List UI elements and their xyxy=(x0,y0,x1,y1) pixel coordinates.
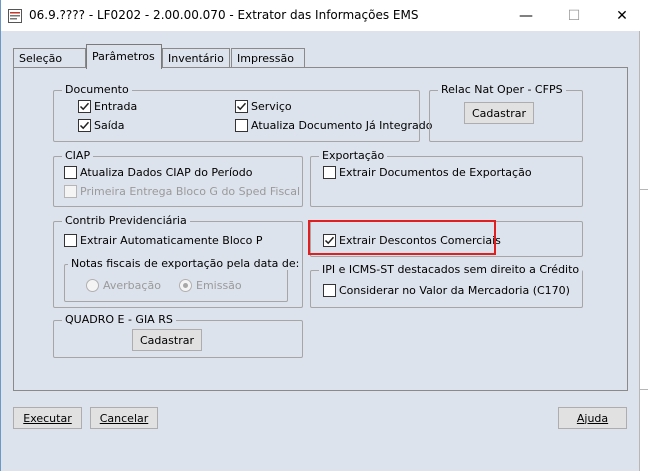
extrair-bloco-p-checkbox[interactable]: Extrair Automaticamente Bloco P xyxy=(64,234,263,247)
checkbox-unchecked-icon xyxy=(323,166,336,179)
servico-checkbox[interactable]: Serviço xyxy=(235,100,292,113)
ciap-title: CIAP xyxy=(62,149,94,162)
checkbox-unchecked-icon xyxy=(323,284,336,297)
title-bar: 06.9.???? - LF0202 - 2.00.00.070 - Extra… xyxy=(1,0,648,31)
checkbox-unchecked-icon xyxy=(64,234,77,247)
checkbox-unchecked-icon xyxy=(235,119,248,132)
maximize-icon: ☐ xyxy=(567,7,581,24)
tab-inventario[interactable]: Inventário xyxy=(162,48,230,68)
exportacao-group: Exportação xyxy=(310,149,583,207)
emissao-radio[interactable]: Emissão xyxy=(179,279,242,292)
background-window-edge xyxy=(639,31,648,471)
minimize-button[interactable]: — xyxy=(503,0,549,31)
quadro-title: QUADRO E - GIA RS xyxy=(62,313,176,326)
considerar-valor-checkbox[interactable]: Considerar no Valor da Mercadoria (C170) xyxy=(323,284,570,297)
executar-button[interactable]: Executar xyxy=(13,407,82,429)
extrair-exportacao-checkbox[interactable]: Extrair Documentos de Exportação xyxy=(323,166,532,179)
maximize-button[interactable]: ☐ xyxy=(551,0,597,31)
quadro-cadastrar-button[interactable]: Cadastrar xyxy=(132,329,202,351)
atualiza-documento-checkbox[interactable]: Atualiza Documento Já Integrado xyxy=(235,119,432,132)
highlight-box xyxy=(308,220,496,255)
relac-cadastrar-button[interactable]: Cadastrar xyxy=(464,102,534,124)
checkbox-checked-icon xyxy=(78,100,91,113)
primeira-entrega-checkbox[interactable]: Primeira Entrega Bloco G do Sped Fiscal xyxy=(64,185,300,198)
minimize-icon: — xyxy=(519,7,533,24)
tab-parametros[interactable]: Parâmetros xyxy=(86,44,162,69)
close-button[interactable]: ✕ xyxy=(599,0,645,31)
status-strip xyxy=(1,440,639,471)
notas-title: Notas fiscais de exportação pela data de… xyxy=(68,257,303,270)
contrib-title: Contrib Previdenciária xyxy=(62,214,190,227)
checkbox-disabled-icon xyxy=(64,185,77,198)
ciap-group: CIAP xyxy=(53,149,303,207)
app-icon xyxy=(8,9,22,23)
documento-title: Documento xyxy=(62,83,132,96)
checkbox-unchecked-icon xyxy=(64,166,77,179)
relac-title: Relac Nat Oper - CFPS xyxy=(438,83,566,96)
close-icon: ✕ xyxy=(616,7,628,24)
exportacao-title: Exportação xyxy=(319,149,388,162)
saida-checkbox[interactable]: Saída xyxy=(78,119,125,132)
documento-group: Documento xyxy=(53,83,420,142)
radio-unselected-icon xyxy=(86,279,99,292)
ipi-title: IPI e ICMS-ST destacados sem direito a C… xyxy=(319,263,583,276)
atualiza-ciap-checkbox[interactable]: Atualiza Dados CIAP do Período xyxy=(64,166,252,179)
averbacao-radio[interactable]: Averbação xyxy=(86,279,161,292)
checkbox-checked-icon xyxy=(78,119,91,132)
tab-selecao[interactable]: Seleção xyxy=(13,48,86,68)
checkbox-checked-icon xyxy=(235,100,248,113)
extrator-window: 06.9.???? - LF0202 - 2.00.00.070 - Extra… xyxy=(0,0,648,471)
window-title: 06.9.???? - LF0202 - 2.00.00.070 - Extra… xyxy=(29,8,419,22)
tab-impressao[interactable]: Impressão xyxy=(231,48,305,68)
cancelar-button[interactable]: Cancelar xyxy=(90,407,158,429)
ajuda-button[interactable]: Ajuda xyxy=(558,407,627,429)
radio-selected-icon xyxy=(179,279,192,292)
entrada-checkbox[interactable]: Entrada xyxy=(78,100,137,113)
